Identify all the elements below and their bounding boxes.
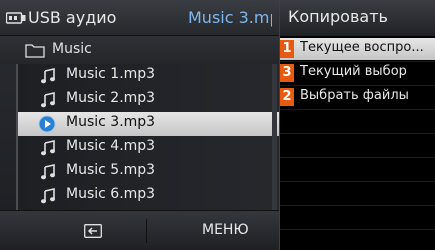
source-label: USB аудио: [28, 8, 117, 27]
track-name: Music 5.mp3: [66, 162, 156, 178]
option-label: Текущее воспро...: [300, 40, 424, 55]
track-list-item[interactable]: Music 4.mp3: [18, 136, 279, 160]
music-note-icon: [41, 188, 55, 204]
menu-divider: [280, 181, 435, 182]
music-note-icon: [41, 92, 55, 108]
usb-icon: [6, 12, 26, 24]
copy-option-current-selection[interactable]: 3 Текущий выбор: [280, 62, 435, 84]
menu-label: МЕНЮ: [202, 222, 249, 238]
menu-divider: [280, 205, 435, 206]
menu-button[interactable]: МЕНЮ: [150, 217, 272, 245]
bottom-bar: МЕНЮ: [0, 210, 279, 250]
list-scrollbar[interactable]: [272, 64, 277, 210]
copy-option-current-playing[interactable]: 1 Текущее воспро...: [280, 38, 435, 60]
track-name: Music 6.mp3: [66, 186, 156, 202]
folder-name: Music: [52, 41, 92, 57]
track-list-item[interactable]: Music 2.mp3: [18, 88, 279, 112]
music-note-icon: [41, 140, 55, 156]
copy-popup: Копировать 1 Текущее воспро... 3 Текущий…: [279, 0, 435, 250]
track-list: Music 1.mp3 Music 2.mp3 Music 3.mp3 Musi…: [16, 64, 279, 210]
music-note-icon: [41, 68, 55, 84]
back-icon: [84, 224, 102, 238]
menu-divider: [280, 109, 435, 110]
music-note-icon: [41, 164, 55, 180]
option-number-badge: 3: [280, 64, 294, 82]
option-number-badge: 1: [280, 40, 294, 58]
menu-divider: [280, 133, 435, 134]
track-name: Music 1.mp3: [66, 66, 156, 82]
now-playing-title: Music 3.mp3: [188, 8, 272, 27]
track-list-item[interactable]: Music 1.mp3: [18, 64, 279, 88]
back-button[interactable]: [6, 217, 144, 245]
file-browser-pane: USB аудио Music 3.mp3 Music Music 1.mp3: [0, 0, 279, 250]
popup-title: Копировать: [288, 7, 388, 26]
track-name: Music 3.mp3: [66, 114, 156, 130]
folder-icon: [25, 44, 45, 58]
option-number-badge: 2: [280, 88, 294, 106]
play-icon: [38, 115, 56, 133]
header-bar: USB аудио Music 3.mp3: [0, 0, 279, 36]
track-list-item[interactable]: Music 5.mp3: [18, 160, 279, 184]
menu-divider: [280, 229, 435, 230]
copy-option-select-files[interactable]: 2 Выбрать файлы: [280, 86, 435, 108]
track-name: Music 2.mp3: [66, 90, 156, 106]
menu-divider: [280, 157, 435, 158]
option-label: Текущий выбор: [300, 64, 407, 79]
bottom-bar-divider: [146, 219, 147, 243]
track-list-item-selected[interactable]: Music 3.mp3: [18, 112, 279, 136]
track-name: Music 4.mp3: [66, 138, 156, 154]
popup-title-bar: Копировать: [280, 0, 435, 36]
track-list-item[interactable]: Music 6.mp3: [18, 184, 279, 208]
current-folder[interactable]: Music: [0, 36, 279, 64]
option-label: Выбрать файлы: [300, 88, 409, 103]
